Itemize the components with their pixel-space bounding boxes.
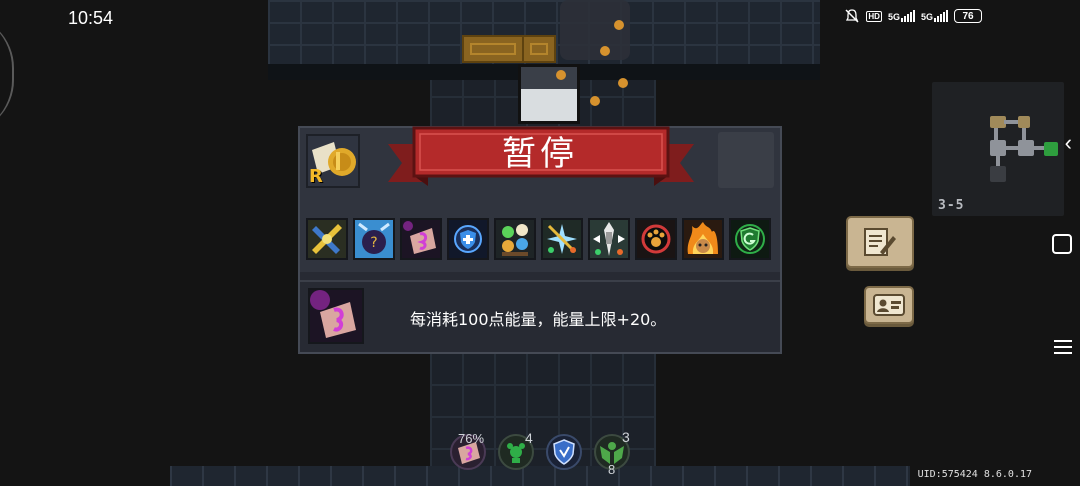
empty-slot[interactable] (718, 132, 774, 188)
shield-buff-icon[interactable] (447, 218, 489, 260)
minimap-link (996, 156, 1000, 166)
energy-scroll-buff-icon[interactable] (400, 218, 442, 260)
home-square-icon[interactable] (1052, 234, 1072, 254)
skill-2-count: 4 (525, 430, 533, 446)
uid-version-label: UID:575424 8.6.0.17 (917, 469, 1032, 480)
battery-level: 76 (962, 10, 974, 22)
status-icons: HD 5G 5G 76 (844, 8, 982, 24)
floor-level-label: 3-5 (938, 198, 965, 213)
minimap-room (1018, 116, 1030, 128)
character-icon[interactable]: R (306, 134, 360, 188)
bullet-burst-buff-icon[interactable] (588, 218, 630, 260)
signal-bars-icon (900, 10, 915, 22)
selected-buff-icon (308, 288, 364, 344)
menu-icon[interactable] (1054, 336, 1072, 358)
skill-4-count-top: 3 (622, 429, 630, 445)
minimap-room (990, 166, 1006, 182)
mute-bell-icon (845, 9, 859, 23)
network-type-label: 5G (920, 12, 933, 22)
green-shield-buff-icon[interactable] (729, 218, 771, 260)
minimap-link (1022, 128, 1026, 140)
profile-card-button[interactable] (864, 286, 914, 324)
minimap-room (1018, 140, 1034, 156)
pause-title: 暂停 (502, 133, 578, 174)
minimap-room-current (1044, 142, 1058, 156)
paw-particle (600, 46, 610, 56)
buff-list: ? (306, 218, 776, 262)
skill-slot-3[interactable] (546, 434, 582, 470)
minimap-link (1004, 120, 1018, 124)
minimap-room (990, 140, 1006, 156)
signal-2: 5G (921, 10, 948, 22)
wooden-crate (462, 35, 524, 63)
id-card-icon (873, 294, 905, 316)
notes-button[interactable] (846, 216, 914, 268)
blue-shield-icon (553, 439, 575, 465)
paw-badge-buff-icon[interactable] (635, 218, 677, 260)
dungeon-floor-edge (170, 466, 910, 486)
minimap-link (994, 128, 998, 140)
minimap-link (1034, 146, 1044, 150)
mystery-bag-buff-icon[interactable]: ? (353, 218, 395, 260)
minimap[interactable] (932, 82, 1064, 216)
svg-text:?: ? (370, 235, 377, 251)
rank-badge: R (309, 166, 323, 187)
golden-blades-buff-icon[interactable] (306, 218, 348, 260)
network-type-label: 5G (887, 12, 900, 22)
hd-badge: HD (866, 10, 882, 22)
paw-particle (590, 96, 600, 106)
enemy-sprite (560, 0, 630, 60)
paw-particle (618, 78, 628, 88)
minimap-link (1006, 146, 1018, 150)
back-chevron-icon[interactable]: ‹ (1065, 130, 1072, 156)
flaming-dog-buff-icon[interactable] (682, 218, 724, 260)
crossed-sparkle-buff-icon[interactable] (541, 218, 583, 260)
elemental-orbs-buff-icon[interactable] (494, 218, 536, 260)
status-time: 10:54 (68, 8, 114, 28)
buff-description: 每消耗100点能量，能量上限+20。 (410, 310, 667, 329)
paw-particle (556, 70, 566, 80)
signal-1: 5G (888, 10, 915, 22)
cat-character-sprite (518, 64, 580, 124)
signal-bars-icon (934, 10, 948, 22)
edge-gesture-arc (0, 14, 14, 134)
wooden-crate (522, 35, 556, 63)
paw-particle (614, 20, 624, 30)
battery-icon: 76 (954, 9, 982, 23)
notepad-pencil-icon (864, 228, 896, 256)
skill-4-count-bottom: 8 (608, 462, 616, 477)
energy-percent: 76% (458, 431, 485, 446)
